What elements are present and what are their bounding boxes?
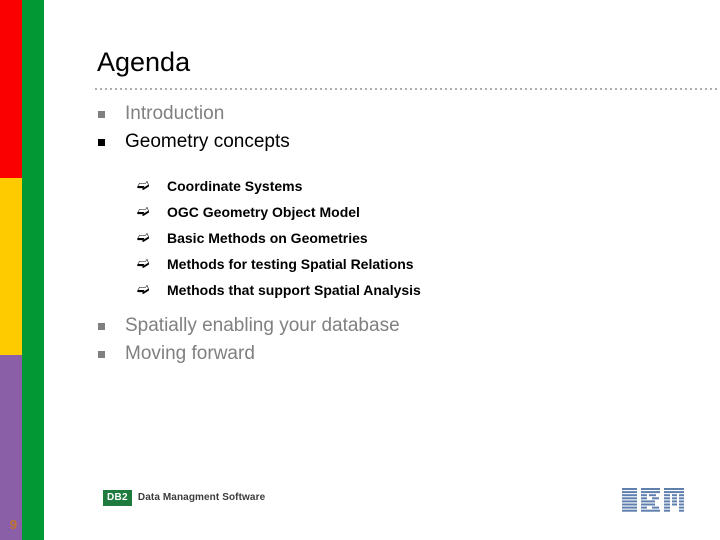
agenda-item-geometry-concepts[interactable]: Geometry concepts	[95, 128, 695, 156]
agenda-subitem-methods-that-support-spatial-analysis[interactable]: ➫ Methods that support Spatial Analysis	[95, 277, 695, 303]
agenda-sublist-geometry-concepts: ➫ Coordinate Systems ➫ OGC Geometry Obje…	[95, 173, 695, 303]
sidebar-color-band-green	[22, 0, 44, 540]
agenda-subitem-methods-for-testing-spatial-relations[interactable]: ➫ Methods for testing Spatial Relations	[95, 251, 695, 277]
agenda-item-label: Moving forward	[125, 343, 255, 364]
agenda-subitem-basic-methods-on-geometries[interactable]: ➫ Basic Methods on Geometries	[95, 225, 695, 251]
agenda-subitem-label: Methods that support Spatial Analysis	[167, 282, 421, 298]
arrow-bullet-icon: ➫	[137, 203, 150, 220]
agenda-subitem-label: OGC Geometry Object Model	[167, 204, 360, 220]
square-bullet-icon	[98, 351, 105, 358]
agenda-subitem-ogc-geometry-object-model[interactable]: ➫ OGC Geometry Object Model	[95, 199, 695, 225]
agenda-item-label: Introduction	[125, 103, 225, 124]
arrow-bullet-icon: ➫	[137, 177, 150, 194]
arrow-bullet-icon: ➫	[137, 281, 150, 298]
agenda-item-moving-forward[interactable]: Moving forward	[95, 340, 695, 368]
square-bullet-icon	[98, 139, 105, 146]
agenda-item-label: Geometry concepts	[125, 131, 290, 152]
ibm-logo	[622, 487, 684, 518]
agenda-subitem-coordinate-systems[interactable]: ➫ Coordinate Systems	[95, 173, 695, 199]
sidebar-color-band-yellow	[0, 178, 22, 355]
agenda-list: Introduction Geometry concepts ➫ Coordin…	[95, 100, 695, 368]
agenda-item-spatially-enabling-your-database[interactable]: Spatially enabling your database	[95, 312, 695, 340]
page-number: 9	[9, 517, 18, 532]
agenda-subitem-label: Methods for testing Spatial Relations	[167, 256, 414, 272]
db2-badge: DB2	[103, 490, 132, 506]
arrow-bullet-icon: ➫	[137, 229, 150, 246]
arrow-bullet-icon: ➫	[137, 255, 150, 272]
agenda-item-label: Spatially enabling your database	[125, 315, 400, 336]
sidebar-color-band-red	[0, 0, 22, 178]
agenda-subitem-label: Basic Methods on Geometries	[167, 230, 368, 246]
slide-canvas: 9 Agenda Introduction Geometry concepts …	[0, 0, 720, 540]
page-title: Agenda	[97, 47, 191, 77]
footer-product-logo: DB2 Data Managment Software	[103, 490, 265, 506]
title-divider	[95, 88, 720, 90]
agenda-item-introduction[interactable]: Introduction	[95, 100, 695, 128]
square-bullet-icon	[98, 111, 105, 118]
square-bullet-icon	[98, 323, 105, 330]
agenda-subitem-label: Coordinate Systems	[167, 178, 303, 194]
db2-caption: Data Managment Software	[137, 492, 266, 503]
sidebar-color-band-purple	[0, 355, 22, 540]
